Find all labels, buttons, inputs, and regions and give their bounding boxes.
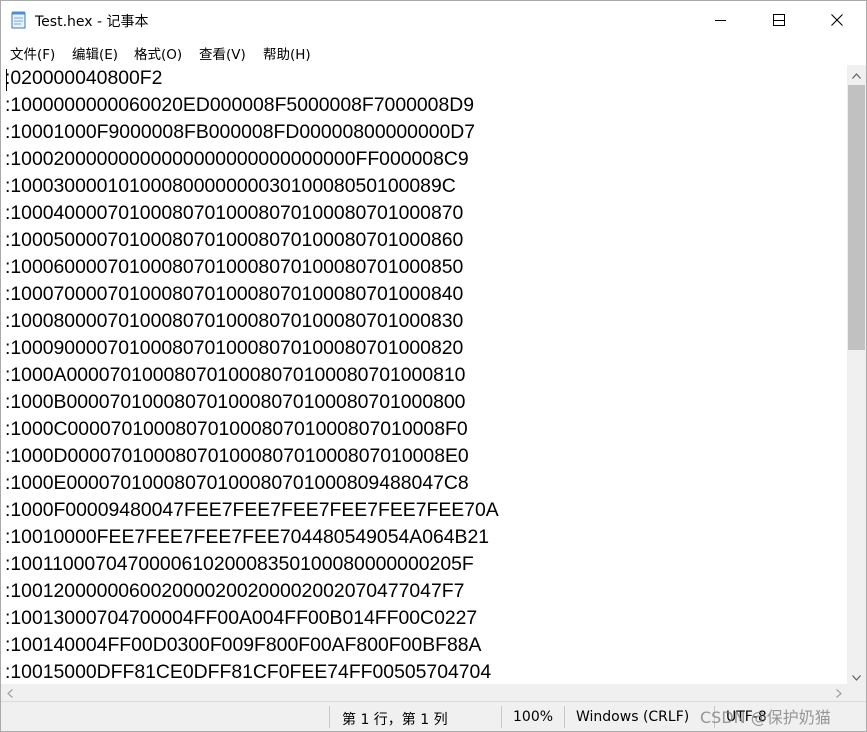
scrollbar-corner <box>847 684 866 701</box>
text-line: :10013000704700004FF00A004FF00B014FF00C0… <box>5 607 478 629</box>
text-line: :020000040800F2 <box>5 67 163 89</box>
text-line: :1000F00009480047FEE7FEE7FEE7FEE7FEE7FEE… <box>5 499 499 521</box>
chevron-left-icon <box>6 683 13 702</box>
text-line: :10015000DFF81CE0DFF81CF0FEE74FF00505704… <box>5 661 492 683</box>
text-line: :100110007047000061020008350100080000000… <box>5 553 474 575</box>
text-line: :10010000FEE7FEE7FEE7FEE704480549054A064… <box>5 526 490 548</box>
menu-file[interactable]: 文件(F) <box>9 43 56 63</box>
menu-format[interactable]: 格式(O) <box>133 43 183 63</box>
chevron-right-icon <box>835 683 842 702</box>
text-line: :100050000701000807010008070100080701000… <box>5 229 464 251</box>
notepad-window: Test.hex - 记事本 文件(F) 编辑(E) 格式(O) 查看(V) 帮… <box>0 0 867 732</box>
vertical-scrollbar[interactable] <box>847 65 866 684</box>
text-line: :10002000000000000000000000000000FF00000… <box>5 148 469 170</box>
text-line: :100070000701000807010008070100080701000… <box>5 283 464 305</box>
text-line: :1000B0000701000807010008070100080701000… <box>5 391 466 413</box>
text-line: :1000000000060020ED000008F5000008F700000… <box>5 94 475 116</box>
text-line: :1000E000070100080701000807010008094880​… <box>5 472 469 494</box>
text-line: :100080000701000807010008070100080701000… <box>5 310 464 332</box>
status-divider <box>501 706 502 728</box>
scroll-down-button[interactable] <box>847 667 866 684</box>
scroll-right-button[interactable] <box>830 684 847 701</box>
chevron-up-icon <box>852 64 861 83</box>
text-line: :100140004FF00D0300F009F800F00AF800F00BF… <box>5 634 482 656</box>
text-line: :1000D0000701000807010008070100080701000… <box>5 445 469 467</box>
text-line: :1000A0000701000807010008070100080701000… <box>5 364 466 386</box>
horizontal-scrollbar[interactable] <box>1 684 847 701</box>
scroll-up-button[interactable] <box>847 65 866 82</box>
cursor-position: 第 1 行，第 1 列 <box>342 712 448 728</box>
menu-view[interactable]: 查看(V) <box>198 43 247 63</box>
close-button[interactable] <box>808 1 866 39</box>
notepad-icon <box>11 11 27 29</box>
chevron-down-icon <box>852 666 861 685</box>
text-line: :10001000F9000008FB000008FD0000080000000… <box>5 121 476 143</box>
window-title: Test.hex - 记事本 <box>35 14 149 30</box>
zoom-level: 100% <box>513 709 554 725</box>
text-line: :100120000006002000020020000200207047704… <box>5 580 465 602</box>
minimize-button-2[interactable] <box>692 1 750 39</box>
maximize-button[interactable] <box>750 1 808 39</box>
close-icon <box>831 14 843 26</box>
vertical-scroll-thumb[interactable] <box>848 85 865 350</box>
status-divider <box>564 706 565 728</box>
text-line: :1000C0000701000807010008070100080701000… <box>5 418 468 440</box>
watermark: CSDN @保护奶猫 <box>700 708 831 727</box>
scroll-left-button[interactable] <box>1 684 18 701</box>
text-line: :100040000701000807010008070100080701000… <box>5 202 464 224</box>
minimize-icon <box>715 14 727 26</box>
text-line: :100030000101000800000000301000805010008… <box>5 175 456 197</box>
maximize-icon <box>773 14 785 26</box>
menu-edit[interactable]: 编辑(E) <box>71 43 119 63</box>
menu-bar: 文件(F) 编辑(E) 格式(O) 查看(V) 帮助(H) <box>1 39 866 65</box>
menu-help[interactable]: 帮助(H) <box>262 43 312 63</box>
text-editor[interactable]: :020000040800F2 :1000000000060020ED00000… <box>1 65 847 684</box>
text-line: :100090000701000807010008070100080701000… <box>5 337 464 359</box>
line-ending: Windows (CRLF) <box>576 709 690 725</box>
status-divider <box>329 706 330 728</box>
text-line: :100060000701000807010008070100080701000… <box>5 256 464 278</box>
